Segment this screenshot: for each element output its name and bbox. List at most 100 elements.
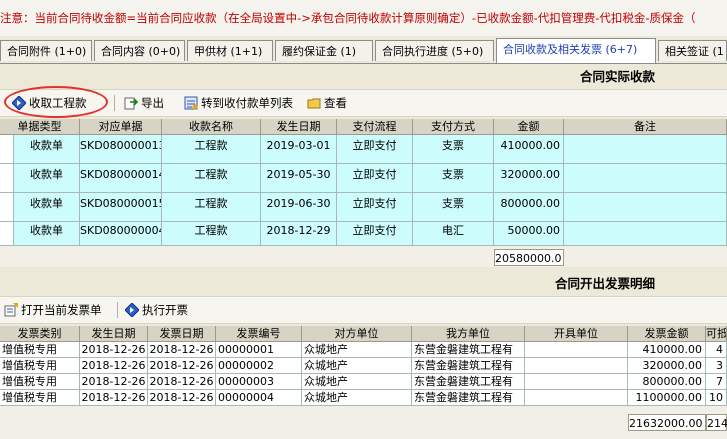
folder-icon (307, 96, 321, 110)
row-indicator[interactable] (0, 193, 14, 222)
cell-invoice-date: 2018-12-26 (148, 374, 216, 390)
col-invoice-amount[interactable]: 发票金额 (628, 326, 706, 341)
list-transfer-icon (184, 96, 198, 110)
cell-pay-method: 支票 (413, 164, 494, 193)
cell-date: 2019-05-30 (261, 164, 337, 193)
cell-occur-date: 2018-12-26 (80, 374, 148, 390)
cell-amount: 320000.00 (628, 358, 706, 374)
cell-invoice-date: 2018-12-26 (148, 342, 216, 358)
highlight-circle (4, 86, 108, 118)
tab-owner-materials[interactable]: 甲供材 (1+1) (187, 40, 273, 61)
execute-invoicing-label: 执行开票 (142, 303, 188, 317)
col-amount[interactable]: 金额 (494, 119, 564, 134)
invoices-table-header: 发票类别 发生日期 发票日期 发票编号 对方单位 我方单位 开具单位 发票金额 … (0, 326, 727, 342)
invoices-deductible-total: 214 (706, 414, 727, 431)
open-invoice-icon (4, 303, 18, 317)
open-invoice-label: 打开当前发票单 (21, 303, 102, 317)
col-deductible[interactable]: 可抵 (706, 326, 727, 341)
col-occur-date[interactable]: 发生日期 (80, 326, 148, 341)
cell-pay-flow: 立即支付 (337, 164, 413, 193)
invoices-section-header: 合同开出发票明细 (0, 273, 727, 295)
cell-occur-date: 2018-12-26 (80, 358, 148, 374)
cell-invoice-date: 2018-12-26 (148, 390, 216, 406)
export-button[interactable]: 导出 (124, 94, 164, 112)
col-invoice-category[interactable]: 发票类别 (0, 326, 80, 341)
invoices-toolbar: 打开当前发票单 执行开票 (0, 296, 727, 324)
open-invoice-button[interactable]: 打开当前发票单 (4, 301, 102, 319)
tab-performance-bond[interactable]: 履约保证金 (1) (275, 40, 373, 61)
cell-note (564, 164, 727, 193)
col-receipt-name[interactable]: 收款名称 (162, 119, 261, 134)
col-doc-type[interactable]: 单据类型 (0, 119, 80, 134)
export-label: 导出 (141, 96, 164, 110)
cell-pay-flow: 立即支付 (337, 193, 413, 222)
cell-our-company: 东营金磐建筑工程有 (412, 358, 525, 374)
row-indicator[interactable] (0, 222, 14, 246)
cell-amount: 320000.00 (494, 164, 564, 193)
cell-date: 2019-03-01 (261, 135, 337, 164)
cell-ref-doc: SKD080000004 (80, 222, 162, 246)
tab-attachments[interactable]: 合同附件 (1+0) (0, 40, 92, 61)
cell-ref-doc: SKD080000015 (80, 193, 162, 222)
cell-counterparty: 众城地产 (302, 342, 412, 358)
cell-category: 增值税专用 (0, 358, 80, 374)
col-pay-method[interactable]: 支付方式 (413, 119, 494, 134)
cell-issuer (525, 358, 628, 374)
row-indicator[interactable] (0, 164, 14, 193)
view-button[interactable]: 查看 (307, 94, 347, 112)
tab-receipts-invoices[interactable]: 合同收款及相关发票 (6+7) (496, 38, 656, 63)
export-icon (124, 96, 139, 110)
cell-counterparty: 众城地产 (302, 374, 412, 390)
cell-our-company: 东营金磐建筑工程有 (412, 390, 525, 406)
cell-receipt-name: 工程款 (162, 135, 261, 164)
cell-issuer (525, 374, 628, 390)
cell-category: 增值税专用 (0, 374, 80, 390)
col-counterparty[interactable]: 对方单位 (302, 326, 412, 341)
cell-doc-type: 收款单 (14, 222, 80, 246)
cell-note (564, 135, 727, 164)
tab-content[interactable]: 合同内容 (0+0) (94, 40, 185, 61)
goto-payment-list-label: 转到收付款单列表 (201, 96, 293, 110)
cell-occur-date: 2018-12-26 (80, 342, 148, 358)
cell-pay-method: 电汇 (413, 222, 494, 246)
col-pay-flow[interactable]: 支付流程 (337, 119, 413, 134)
col-ref-doc[interactable]: 对应单据 (80, 119, 162, 134)
receipts-toolbar: 收取工程款 导出 转到收付款单列表 查看 (0, 89, 727, 117)
cell-number: 00000001 (216, 342, 302, 358)
cell-category: 增值税专用 (0, 342, 80, 358)
cell-deductible: 3 (706, 358, 727, 374)
cell-issuer (525, 342, 628, 358)
col-invoice-number[interactable]: 发票编号 (216, 326, 302, 341)
cell-counterparty: 众城地产 (302, 390, 412, 406)
tab-change-orders[interactable]: 相关签证 (1 (658, 40, 727, 61)
col-our-company[interactable]: 我方单位 (412, 326, 525, 341)
receipts-table-header: 单据类型 对应单据 收款名称 发生日期 支付流程 支付方式 金额 备注 (0, 119, 727, 135)
col-date[interactable]: 发生日期 (261, 119, 337, 134)
cell-deductible: 10 (706, 390, 727, 406)
tab-bar: 合同附件 (1+0) 合同内容 (0+0) 甲供材 (1+1) 履约保证金 (1… (0, 37, 727, 64)
goto-payment-list-button[interactable]: 转到收付款单列表 (184, 94, 293, 112)
cell-amount: 410000.00 (494, 135, 564, 164)
cell-ref-doc: SKD080000014 (80, 164, 162, 193)
cell-pay-flow: 立即支付 (337, 135, 413, 164)
tab-execution-progress[interactable]: 合同执行进度 (5+0) (375, 40, 494, 61)
cell-doc-type: 收款单 (14, 193, 80, 222)
cell-issuer (525, 390, 628, 406)
cell-pay-flow: 立即支付 (337, 222, 413, 246)
cell-doc-type: 收款单 (14, 135, 80, 164)
cell-number: 00000002 (216, 358, 302, 374)
invoices-table-body: 增值税专用 2018-12-26 2018-12-26 00000001 众城地… (0, 342, 727, 439)
cell-ref-doc: SKD080000013 (80, 135, 162, 164)
row-indicator[interactable] (0, 135, 14, 164)
col-issuer[interactable]: 开具单位 (525, 326, 628, 341)
col-note[interactable]: 备注 (564, 119, 727, 134)
invoices-amount-total: 21632000.00 (628, 414, 706, 431)
col-invoice-date[interactable]: 发票日期 (148, 326, 216, 341)
toolbar-separator (117, 302, 118, 318)
view-label: 查看 (324, 96, 347, 110)
cell-occur-date: 2018-12-26 (80, 390, 148, 406)
receipts-section-title: 合同实际收款 (579, 69, 655, 84)
cell-deductible: 7 (706, 374, 727, 390)
execute-invoicing-button[interactable]: 执行开票 (124, 301, 188, 319)
cell-counterparty: 众城地产 (302, 358, 412, 374)
